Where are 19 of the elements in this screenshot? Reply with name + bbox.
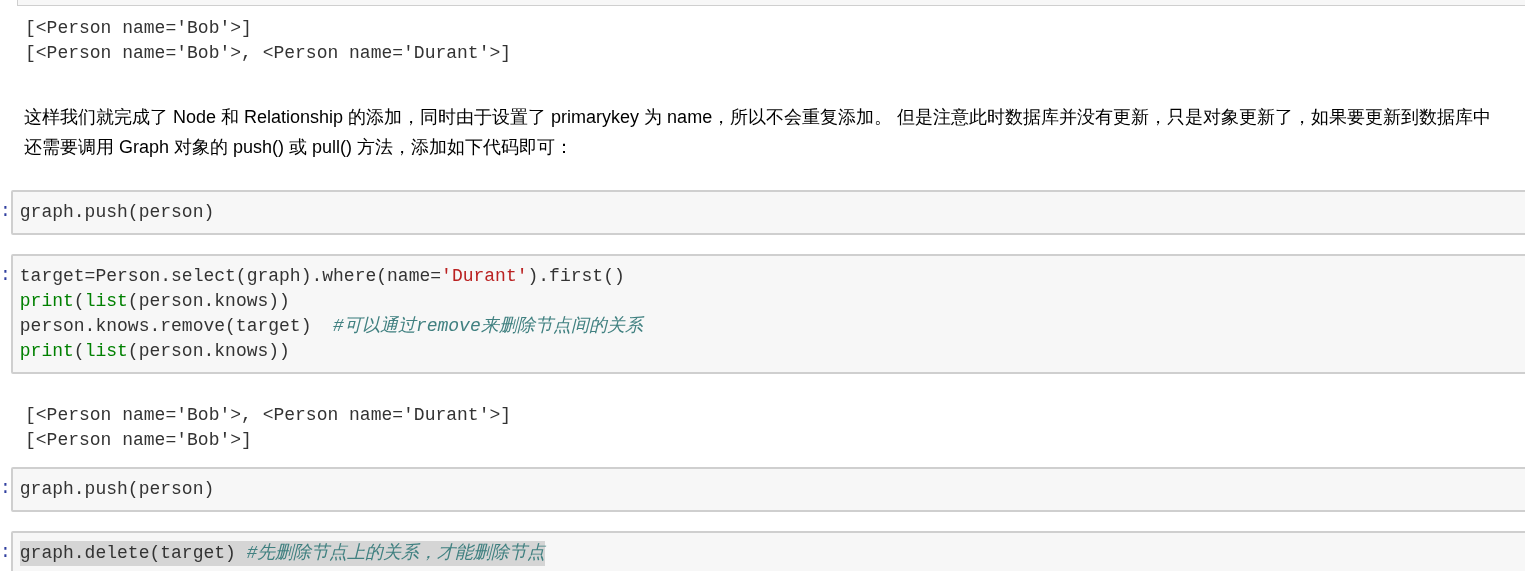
code-line: print(list(person.knows)) [19, 340, 290, 363]
output-line: [<Person name='Bob'>] [25, 17, 252, 40]
code-line: print(list(person.knows)) [19, 290, 290, 313]
code-line: person.knows.remove(target) #可以通过remove来删除节点间的关系 [19, 315, 643, 338]
code-line: target=Person.select(graph).where(name='Durant').first() [19, 265, 625, 288]
cell-prompt: : [0, 477, 11, 500]
code-line: graph.push(person) [19, 201, 215, 224]
output-line: [<Person name='Bob'>] [25, 429, 252, 452]
code-cell[interactable]: graph.push(person) [10, 190, 1525, 235]
cell-prompt: : [0, 200, 11, 223]
code-cell[interactable]: target=Person.select(graph).where(name='Durant').first() print(list(person.knows)) person.knows.remove(target) #可以通过remove来删除节点间的关系 print(list(person.knows)) [10, 254, 1525, 374]
cell-prompt: : [0, 541, 11, 564]
paragraph: 这样我们就完成了 Node 和 Relationship 的添加，同时由于设置了 primarykey 为 name，所以不会重复添加。 但是注意此时数据库并没有更新，只是对象更新了，如果要更新到数据库中还需要调用 Graph 对象的 push() 或 pull() 方法，添加如下代码即可： [24, 106, 1493, 159]
output-line: [<Person name='Bob'>, <Person name='Durant'>] [25, 42, 512, 65]
cell-prompt: : [0, 264, 11, 287]
code-line: graph.push(person) [19, 478, 215, 501]
code-cell[interactable]: graph.push(person) [10, 467, 1525, 512]
code-cell[interactable]: graph.delete(target) #先删除节点上的关系，才能删除节点 [10, 531, 1525, 571]
output-line: [<Person name='Bob'>, <Person name='Durant'>] [25, 404, 512, 427]
